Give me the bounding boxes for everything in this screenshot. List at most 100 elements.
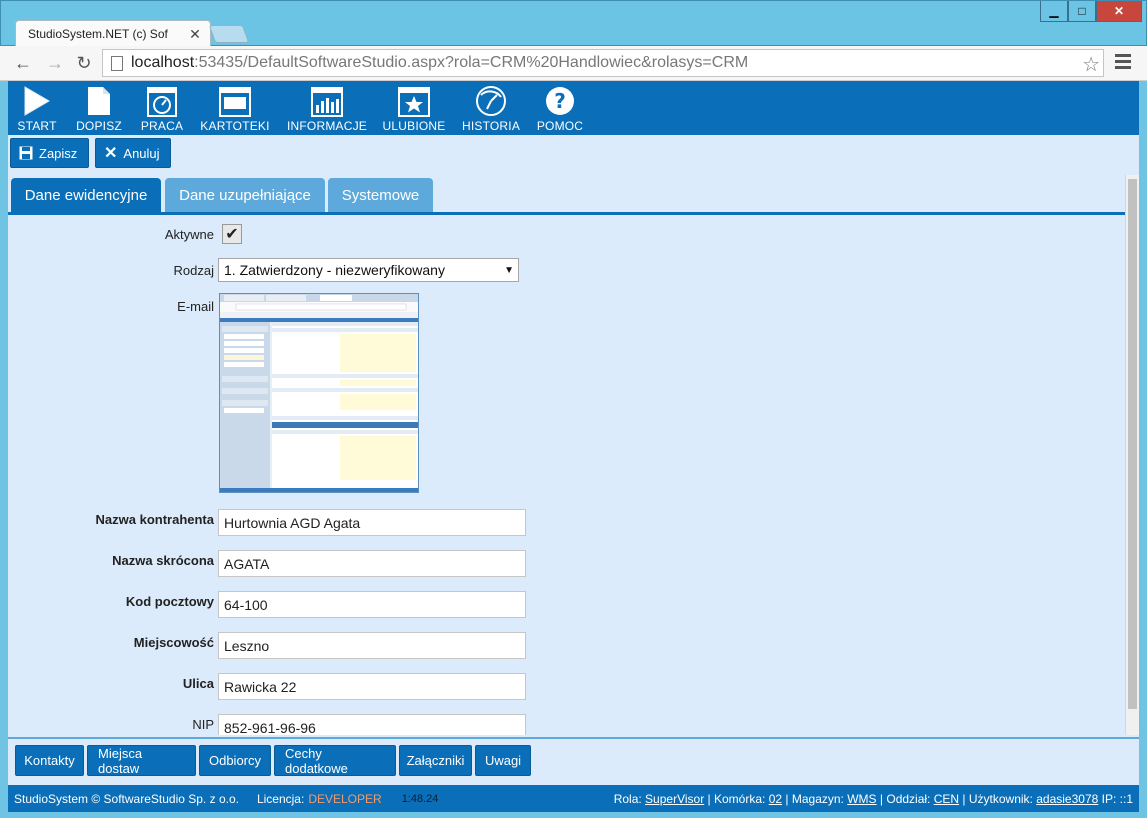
- bookmark-star-icon[interactable]: ☆: [1082, 52, 1100, 77]
- rodzaj-select[interactable]: 1. Zatwierdzony - niezweryfikowany ▼: [218, 258, 519, 282]
- bottom-tab-label: Odbiorcy: [208, 753, 262, 768]
- tab-miejsca-dostaw[interactable]: Miejsca dostaw: [87, 745, 196, 776]
- status-bar: StudioSystem © SoftwareStudio Sp. z o.o.…: [8, 785, 1139, 812]
- floppy-icon: [19, 146, 33, 160]
- kod-pocztowy-input[interactable]: 64-100: [218, 591, 526, 618]
- toolbar-label: HISTORIA: [461, 119, 521, 133]
- magazyn-link[interactable]: WMS: [847, 792, 876, 806]
- form-area: Aktywne ✔ Rodzaj 1. Zatwierdzony - niezw…: [8, 215, 1125, 735]
- close-icon[interactable]: ✕: [188, 26, 202, 43]
- address-bar: ← → ↻ localhost:53435/DefaultSoftwareStu…: [0, 46, 1147, 81]
- nazwa-kontrahenta-label: Nazwa kontrahenta: [95, 512, 214, 527]
- license-value: DEVELOPER: [308, 791, 382, 806]
- window-titlebar: StudioSystem.NET (c) Sof ✕ ▁ □ ✕: [0, 0, 1147, 47]
- rola-label: Rola:: [613, 792, 642, 806]
- dropdown-arrow-icon: ▼: [504, 265, 514, 276]
- maximize-icon[interactable]: □: [1068, 1, 1096, 22]
- bottom-tab-label: Załączniki: [406, 753, 465, 768]
- bar-chart-icon: [311, 83, 343, 117]
- browser-tab[interactable]: StudioSystem.NET (c) Sof ✕: [15, 20, 211, 47]
- toolbar-praca[interactable]: PRACA: [135, 83, 189, 133]
- url-path: :53435/DefaultSoftwareStudio.aspx?rola=C…: [194, 54, 749, 71]
- toolbar-label: ULUBIONE: [382, 119, 446, 133]
- url-host: localhost: [131, 54, 195, 71]
- toolbar-informacje[interactable]: INFORMACJE: [287, 83, 367, 133]
- oddzial-label: Oddział:: [886, 792, 931, 806]
- toolbar-label: START: [17, 119, 57, 133]
- url-input[interactable]: localhost:53435/DefaultSoftwareStudio.as…: [102, 49, 1104, 77]
- toolbar-start[interactable]: START: [10, 83, 64, 133]
- tab-cechy-dodatkowe[interactable]: Cechy dodatkowe: [274, 745, 396, 776]
- tab-zalaczniki[interactable]: Załączniki: [399, 745, 472, 776]
- tab-label: Systemowe: [341, 186, 420, 204]
- star-window-icon: [398, 83, 430, 117]
- dashboard-icon: [147, 83, 177, 117]
- tab-kontakty[interactable]: Kontakty: [15, 745, 84, 776]
- tab-dane-ewidencyjne[interactable]: Dane ewidencyjne: [11, 178, 161, 212]
- app-toolbar: START DOPISZ PRACA KARTOTEKI INFORMACJE …: [0, 81, 1147, 135]
- toolbar-label: KARTOTEKI: [200, 119, 270, 133]
- tab-systemowe[interactable]: Systemowe: [328, 178, 433, 212]
- new-tab-button[interactable]: [208, 25, 250, 43]
- bottom-tab-label: Kontakty: [24, 753, 75, 768]
- main-content: Zapisz ✕ Anuluj Dane ewidencyjne Dane uz…: [8, 135, 1139, 785]
- window-bottom-edge: [0, 812, 1147, 818]
- toolbar-label: POMOC: [536, 119, 584, 133]
- ip-label: IP:: [1101, 792, 1117, 806]
- kod-pocztowy-label: Kod pocztowy: [125, 594, 214, 609]
- forward-icon[interactable]: →: [44, 52, 66, 74]
- cancel-button[interactable]: ✕ Anuluj: [95, 138, 171, 168]
- vertical-scrollbar[interactable]: [1125, 175, 1139, 735]
- window-controls: ▁ □ ✕: [1040, 1, 1142, 22]
- cancel-button-label: Anuluj: [123, 145, 160, 161]
- tab-dane-uzupelniajace[interactable]: Dane uzupełniające: [165, 178, 325, 212]
- toolbar-historia[interactable]: HISTORIA: [458, 83, 524, 133]
- browser-tab-title: StudioSystem.NET (c) Sof: [28, 27, 168, 41]
- nazwa-kontrahenta-input[interactable]: Hurtownia AGD Agata: [218, 509, 526, 536]
- minimize-icon[interactable]: ▁: [1040, 1, 1068, 22]
- tab-label: Dane ewidencyjne: [24, 186, 148, 204]
- copyright-text: StudioSystem © SoftwareStudio Sp. z o.o.: [14, 791, 239, 806]
- toolbar-pomoc[interactable]: ? POMOC: [532, 83, 588, 133]
- ulica-label: Ulica: [182, 676, 214, 691]
- magazyn-label: Magazyn:: [791, 792, 844, 806]
- nazwa-skrocona-input[interactable]: AGATA: [218, 550, 526, 577]
- play-icon: [22, 83, 52, 117]
- uzytkownik-link[interactable]: adasie3078: [1036, 792, 1098, 806]
- reload-icon[interactable]: ↻: [73, 52, 95, 74]
- help-icon: ?: [544, 83, 576, 117]
- rodzaj-label: Rodzaj: [173, 263, 214, 278]
- miejscowosc-input[interactable]: Leszno: [218, 632, 526, 659]
- rola-link[interactable]: SuperVisor: [645, 792, 704, 806]
- toolbar-label: DOPISZ: [76, 119, 122, 133]
- uzytkownik-label: Użytkownik:: [968, 792, 1033, 806]
- bottom-tab-label: Miejsca dostaw: [98, 745, 143, 776]
- monitor-icon: [219, 83, 251, 117]
- checkmark-icon: ✔: [225, 226, 239, 243]
- scrollbar-thumb[interactable]: [1128, 179, 1137, 709]
- nip-input[interactable]: 852-961-96-96: [218, 714, 526, 735]
- tab-uwagi[interactable]: Uwagi: [475, 745, 531, 776]
- toolbar-ulubione[interactable]: ULUBIONE: [380, 83, 448, 133]
- nazwa-skrocona-label: Nazwa skrócona: [112, 553, 214, 568]
- save-button[interactable]: Zapisz: [10, 138, 89, 168]
- ulica-input[interactable]: Rawicka 22: [218, 673, 526, 700]
- aktywne-checkbox[interactable]: ✔: [222, 224, 242, 244]
- browser-menu-icon[interactable]: [1115, 54, 1131, 72]
- rodzaj-selected-value: 1. Zatwierdzony - niezweryfikowany: [224, 262, 445, 278]
- komorka-label: Komórka:: [714, 792, 766, 806]
- back-icon[interactable]: ←: [12, 52, 34, 74]
- svg-text:?: ?: [554, 89, 566, 113]
- tab-odbiorcy[interactable]: Odbiorcy: [199, 745, 271, 776]
- email-preview-image[interactable]: [219, 293, 419, 493]
- email-label: E-mail: [177, 299, 214, 314]
- toolbar-kartoteki[interactable]: KARTOTEKI: [200, 83, 270, 133]
- tab-label: Dane uzupełniające: [179, 186, 311, 204]
- komorka-link[interactable]: 02: [769, 792, 782, 806]
- new-document-icon: [86, 83, 112, 117]
- action-bar: Zapisz ✕ Anuluj: [8, 135, 171, 175]
- oddzial-link[interactable]: CEN: [934, 792, 959, 806]
- bottom-tab-bar: Kontakty Miejsca dostaw Odbiorcy Cechy d…: [8, 737, 1139, 785]
- toolbar-dopisz[interactable]: DOPISZ: [72, 83, 126, 133]
- window-close-icon[interactable]: ✕: [1096, 1, 1142, 22]
